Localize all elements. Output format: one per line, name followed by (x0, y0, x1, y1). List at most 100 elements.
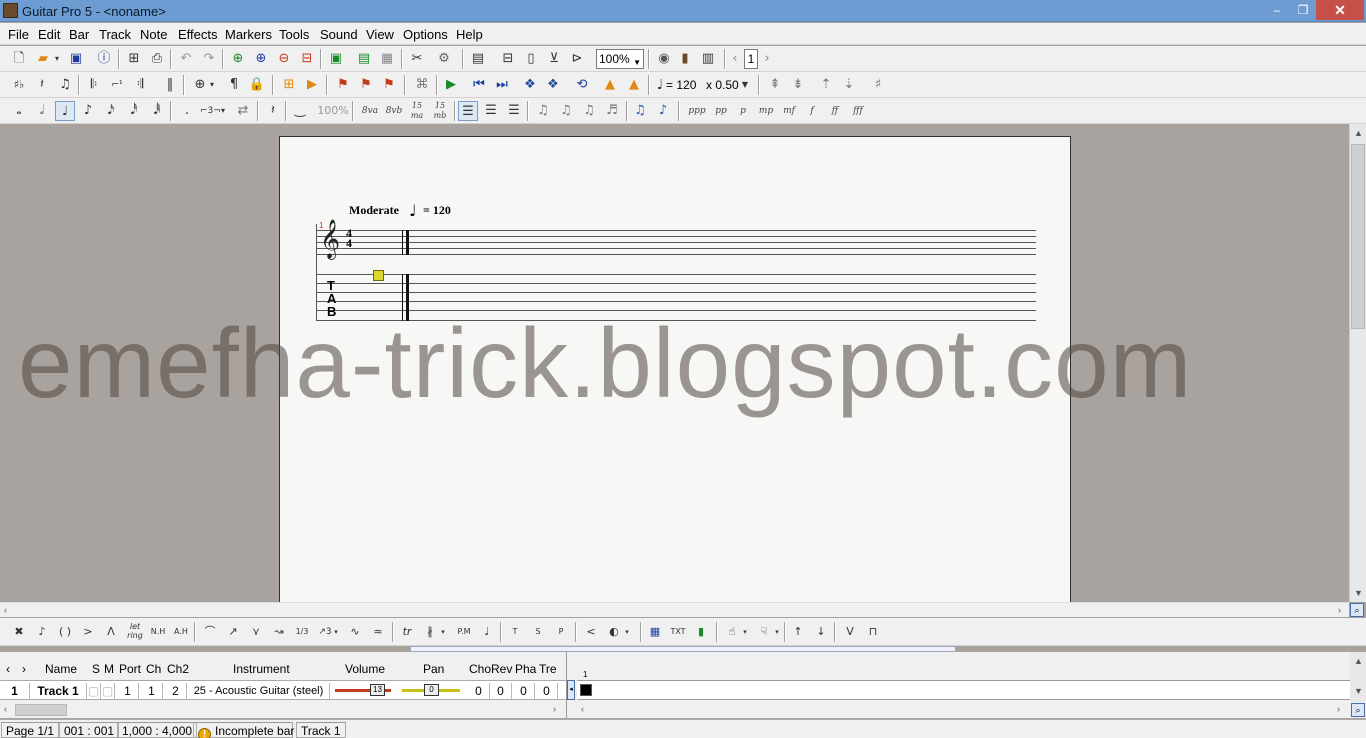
track-chorus[interactable]: 0 (468, 683, 490, 699)
parchment-view-icon[interactable]: ▯ (521, 49, 541, 69)
scroll-up-icon[interactable]: ▲ (1354, 128, 1363, 138)
previous-bar-icon[interactable]: ‹ (728, 49, 742, 69)
next-bar-icon[interactable]: › (760, 49, 774, 69)
dynamic-ff[interactable]: ff (825, 101, 845, 121)
beam-auto-icon[interactable]: ♫ (533, 101, 553, 121)
double-bar-icon[interactable]: ‖ (160, 75, 180, 95)
menu-edit[interactable]: Edit (38, 27, 60, 42)
coda-dropdown-icon[interactable]: ▾ (207, 75, 217, 95)
timeline-row[interactable] (577, 680, 1350, 700)
edit-cursor[interactable] (373, 270, 384, 281)
insert-bars-icon[interactable]: ⊕ (251, 49, 271, 69)
menu-effects[interactable]: Effects (178, 27, 218, 42)
triplet-feel-label[interactable]: 1/3 (292, 622, 312, 642)
add-marker-icon[interactable]: ⊞ (279, 75, 299, 95)
mute-checkbox[interactable]: ▢ (101, 683, 115, 699)
eighth-note-icon[interactable]: ♪ (78, 101, 98, 121)
dynamic-pp[interactable]: pp (710, 101, 732, 121)
metronome-icon[interactable]: ▲ (600, 75, 620, 95)
dead-note-icon[interactable]: ✖ (9, 622, 29, 642)
tuplet-bracket-icon[interactable]: ⌐3¬ (200, 101, 221, 121)
quarter-rest-icon[interactable]: 𝄽 (263, 101, 283, 121)
natural-harmonic-label[interactable]: N.H (147, 622, 169, 642)
menu-markers[interactable]: Markers (225, 27, 272, 42)
paw-step-icon[interactable]: ❖ (520, 75, 540, 95)
upstroke-icon[interactable]: V (840, 622, 860, 642)
zoom-magnifier-icon[interactable]: ⌕ (1350, 603, 1364, 617)
alternate-ending-icon[interactable]: ⌐¹ (107, 75, 127, 95)
tuplet-icon[interactable]: ♫ (55, 75, 75, 95)
timeline-scroll-up-icon[interactable]: ▲ (1354, 656, 1363, 666)
menu-file[interactable]: File (8, 27, 29, 42)
voice-2-icon[interactable]: ☰ (481, 101, 501, 121)
dynamic-fff[interactable]: fff (848, 101, 868, 121)
track-phaser[interactable]: 0 (513, 683, 535, 699)
volume-knob[interactable]: 13 (370, 684, 385, 696)
staccato-icon[interactable]: ♩ (477, 622, 497, 642)
track-channel2[interactable]: 2 (165, 683, 187, 699)
tie-icon[interactable]: ‿ (290, 101, 310, 121)
thirty-second-note-icon[interactable]: 𝅘𝅥𝅰 (124, 101, 144, 121)
ghost-note-icon[interactable]: ( ) (55, 622, 75, 642)
quindicesima-mb[interactable]: 15 mb (429, 101, 451, 121)
bend-icon[interactable]: ↗ (223, 622, 243, 642)
pilcrow-icon[interactable]: ¶ (224, 75, 244, 95)
heavy-accent-icon[interactable]: Λ (101, 622, 121, 642)
hammer-on-icon[interactable]: ⌒ (200, 622, 220, 642)
slide-dropdown-icon[interactable]: ▾ (331, 622, 341, 642)
grace-note-icon[interactable]: ♪ (32, 622, 52, 642)
repeat-open-icon[interactable]: 𝄆 (84, 75, 104, 95)
accent-icon[interactable]: > (78, 622, 98, 642)
bookmark-icon[interactable]: ⚑ (333, 75, 353, 95)
horizontal-scrollbar[interactable]: ‹ › (0, 602, 1349, 617)
new-file-icon[interactable]: 🗋 (9, 49, 29, 69)
dynamic-mf[interactable]: mf (779, 101, 799, 121)
dynamic-mp[interactable]: mp (756, 101, 776, 121)
palm-mute-label[interactable]: P.M (452, 622, 476, 642)
dynamic-ppp[interactable]: ppp (686, 101, 708, 121)
keyboard-icon[interactable]: ▥ (698, 49, 718, 69)
print-icon[interactable]: ⎙ (147, 49, 167, 69)
whole-note-icon[interactable]: 𝅝 (9, 101, 29, 121)
skip-end-icon[interactable]: ⏭ (492, 75, 512, 95)
fret-down-icon[interactable]: ⇣ (839, 75, 859, 95)
speed-value[interactable]: x 0.50 (706, 78, 739, 92)
open-dropdown-icon[interactable]: ▾ (52, 49, 62, 69)
tremolo-dropdown-icon[interactable]: ▾ (438, 622, 448, 642)
clear-bar-icon[interactable]: ⊟ (297, 49, 317, 69)
beam-break-icon[interactable]: ♬ (602, 101, 622, 121)
menu-sound[interactable]: Sound (320, 27, 358, 42)
track-name[interactable]: Track 1 (30, 683, 87, 699)
slapping-label[interactable]: S (528, 622, 548, 642)
add-track-icon[interactable]: ▣ (326, 49, 346, 69)
play-icon[interactable]: ▶ (441, 75, 461, 95)
timeline-scroll-right-icon[interactable]: › (1337, 704, 1340, 714)
wide-vibrato-icon[interactable]: ≈ (368, 622, 388, 642)
sixty-fourth-note-icon[interactable]: 𝅘𝅥𝅱 (147, 101, 167, 121)
menu-options[interactable]: Options (403, 27, 448, 42)
marker-list-icon[interactable]: ▶ (302, 75, 322, 95)
dynamic-f[interactable]: f (802, 101, 822, 121)
text-label[interactable]: TXT (668, 622, 688, 642)
stem-auto-icon[interactable]: ♫ (630, 101, 650, 121)
downstroke-icon[interactable]: ⊓ (863, 622, 883, 642)
vertical-scrollbar[interactable]: ▲ ▼ (1349, 124, 1366, 602)
menu-track[interactable]: Track (99, 27, 131, 42)
timeline-collapse-icon[interactable]: ◂ (567, 680, 575, 700)
track-instrument[interactable]: 25 - Acoustic Guitar (steel) (188, 683, 330, 699)
pick-down-icon[interactable]: ↓ (811, 622, 831, 642)
scroll-right-icon[interactable]: › (1338, 605, 1341, 615)
loop-icon[interactable]: ⟲ (572, 75, 592, 95)
guitar-pro-app-icon[interactable] (3, 3, 18, 18)
voice-3-icon[interactable]: ☰ (504, 101, 524, 121)
insert-bar-icon[interactable]: ⊕ (228, 49, 248, 69)
remove-track-icon[interactable]: ▦ (377, 49, 397, 69)
file-info-icon[interactable]: ⓘ (94, 49, 114, 69)
quindicesima-ma[interactable]: 15 ma (406, 101, 428, 121)
tremolo-picking-icon[interactable]: ∦ (420, 622, 440, 642)
pick-up-icon[interactable]: ↑ (788, 622, 808, 642)
page-setup-icon[interactable]: ⊞ (124, 49, 144, 69)
timeline-scroll-left-icon[interactable]: ‹ (581, 704, 584, 714)
swap-voice-icon[interactable]: ⇄ (233, 101, 253, 121)
sixteenth-note-icon[interactable]: 𝅘𝅥𝅯 (101, 101, 121, 121)
